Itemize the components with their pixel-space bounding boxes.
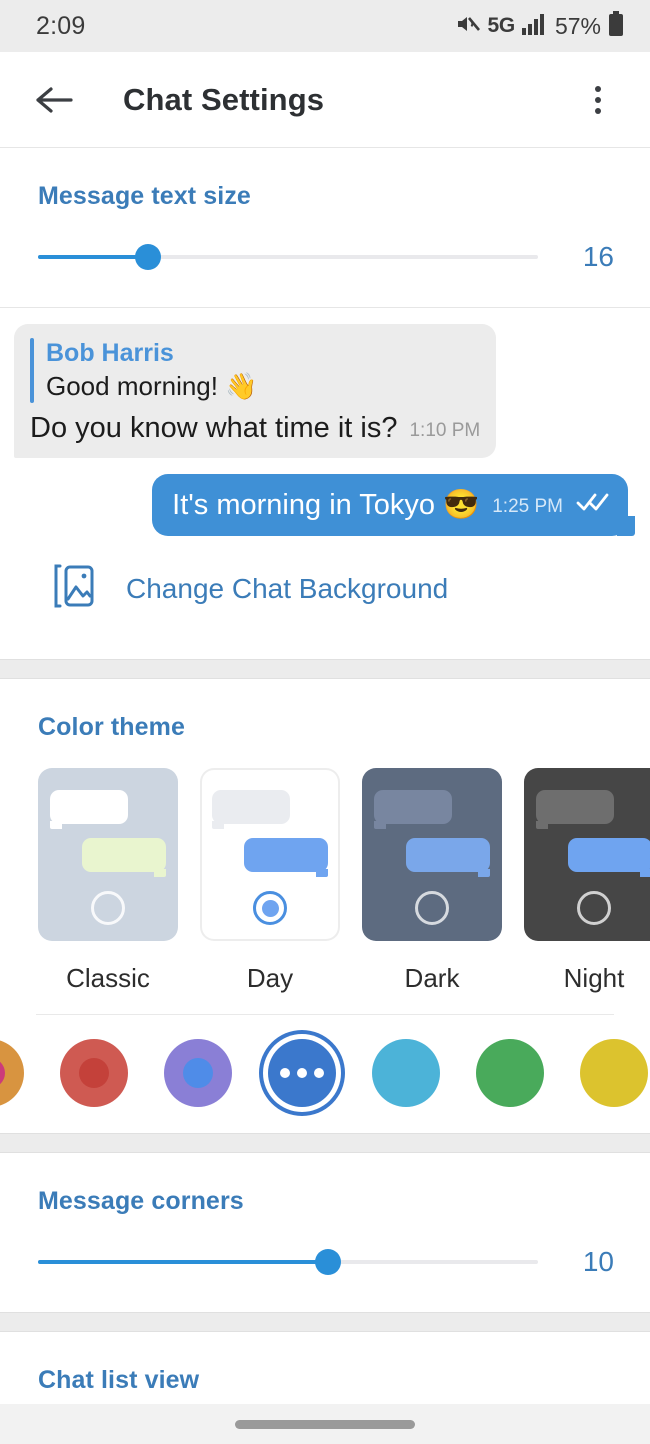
accent-swatch-orange[interactable]: [0, 1039, 24, 1108]
quote-bar: [30, 338, 34, 403]
theme-preview-outgoing-bubble: [244, 838, 328, 878]
outgoing-message-bubble: It's morning in Tokyo 😎 1:25 PM: [152, 473, 635, 537]
theme-label: Day: [246, 963, 294, 994]
quoted-sender-name: Bob Harris: [46, 339, 174, 367]
incoming-message-time: 1:10 PM: [409, 419, 481, 441]
accent-swatch-yellow[interactable]: [580, 1039, 648, 1108]
theme-preview-incoming-bubble: [536, 790, 614, 830]
theme-radio-button[interactable]: [253, 891, 287, 926]
message-corners-row: 10: [0, 1216, 650, 1312]
theme-preview-incoming-bubble: [212, 790, 290, 830]
theme-radio-button[interactable]: [577, 891, 611, 926]
theme-radio-button[interactable]: [91, 891, 125, 926]
theme-preview-incoming-bubble: [50, 790, 128, 830]
message-text-size-value: 16: [582, 241, 614, 272]
outgoing-message-time: 1:25 PM: [492, 496, 563, 518]
theme-radio-button[interactable]: [415, 891, 449, 926]
accent-color-swatch-list: [0, 1015, 650, 1133]
double-check-icon: [576, 492, 610, 522]
swatch-inner-dot: [0, 1058, 5, 1089]
accent-swatch-green[interactable]: [476, 1039, 544, 1108]
accent-swatch-red[interactable]: [60, 1039, 128, 1108]
change-chat-background-row[interactable]: Change Chat Background: [14, 536, 636, 649]
quoted-message: Bob Harris Good morning! 👋: [30, 338, 480, 403]
message-corners-section: Message corners 10: [0, 1153, 650, 1313]
theme-option-night[interactable]: Night: [524, 768, 650, 1014]
theme-preview-outgoing-bubble: [568, 838, 650, 878]
accent-swatch-cyan[interactable]: [372, 1039, 440, 1108]
swatch-inner-dot: [79, 1058, 109, 1089]
theme-preview-outgoing-bubble: [82, 838, 166, 878]
message-text-size-slider[interactable]: [38, 244, 538, 270]
outgoing-message-text: It's morning in Tokyo 😎: [172, 488, 480, 521]
mute-icon: [455, 12, 481, 41]
quoted-message-text: Good morning! 👋: [46, 371, 258, 402]
section-separator: [0, 1312, 650, 1333]
theme-card-list: Classic Day Dark Night: [0, 742, 650, 1014]
battery-percent-label: 57%: [554, 12, 601, 39]
message-corners-value: 10: [582, 1246, 614, 1278]
battery-icon: [608, 10, 624, 42]
back-arrow-icon[interactable]: [30, 76, 78, 124]
incoming-message-text: Do you know what time it is?: [30, 411, 398, 444]
theme-preview-card: [38, 768, 178, 942]
theme-preview-card: [200, 768, 340, 942]
message-text-size-section: Message text size 16: [0, 148, 650, 307]
theme-preview-outgoing-bubble: [406, 838, 490, 878]
network-type-label: 5G: [487, 14, 516, 37]
image-placeholder-icon: [52, 562, 96, 615]
message-text-size-slider-thumb[interactable]: [135, 244, 161, 270]
message-corners-slider-thumb[interactable]: [315, 1249, 341, 1276]
status-time: 2:09: [36, 11, 86, 40]
app-bar: Chat Settings: [0, 52, 650, 148]
theme-option-classic[interactable]: Classic: [38, 768, 178, 1014]
message-corners-slider[interactable]: [38, 1249, 538, 1276]
page-title: Chat Settings: [123, 81, 325, 117]
incoming-message-bubble: Bob Harris Good morning! 👋 Do you know w…: [14, 324, 497, 458]
section-separator: [0, 659, 650, 680]
theme-preview-card: [362, 768, 502, 942]
signal-bars-icon: [521, 13, 546, 40]
color-theme-section: Color theme Classic Day Dark Night: [0, 679, 650, 1134]
theme-preview-incoming-bubble: [374, 790, 452, 830]
change-chat-background-label: Change Chat Background: [126, 572, 449, 604]
chat-settings-screen: 2:09 5G 57% Chat Settings Message text s…: [0, 0, 650, 1444]
home-gesture-pill[interactable]: [235, 1419, 415, 1429]
message-text-size-row: 16: [0, 211, 650, 307]
theme-label: Classic: [66, 963, 150, 994]
chat-preview: Bob Harris Good morning! 👋 Do you know w…: [0, 308, 650, 660]
theme-option-dark[interactable]: Dark: [362, 768, 502, 1014]
accent-swatch-blue[interactable]: [268, 1039, 336, 1108]
message-corners-title: Message corners: [38, 1187, 244, 1216]
section-separator: [0, 1133, 650, 1154]
message-text-size-title: Message text size: [38, 182, 251, 210]
overflow-menu-icon[interactable]: [574, 76, 622, 124]
theme-option-day[interactable]: Day: [200, 768, 340, 1014]
system-navigation-bar: [0, 1404, 650, 1444]
theme-label: Night: [563, 963, 625, 994]
theme-preview-card: [524, 768, 650, 942]
color-theme-title: Color theme: [38, 713, 185, 742]
swatch-inner-dot: [183, 1058, 213, 1089]
theme-label: Dark: [404, 963, 460, 994]
status-bar: 2:09 5G 57%: [0, 0, 650, 52]
more-colors-icon: [280, 1068, 324, 1079]
accent-swatch-purple[interactable]: [164, 1039, 232, 1108]
